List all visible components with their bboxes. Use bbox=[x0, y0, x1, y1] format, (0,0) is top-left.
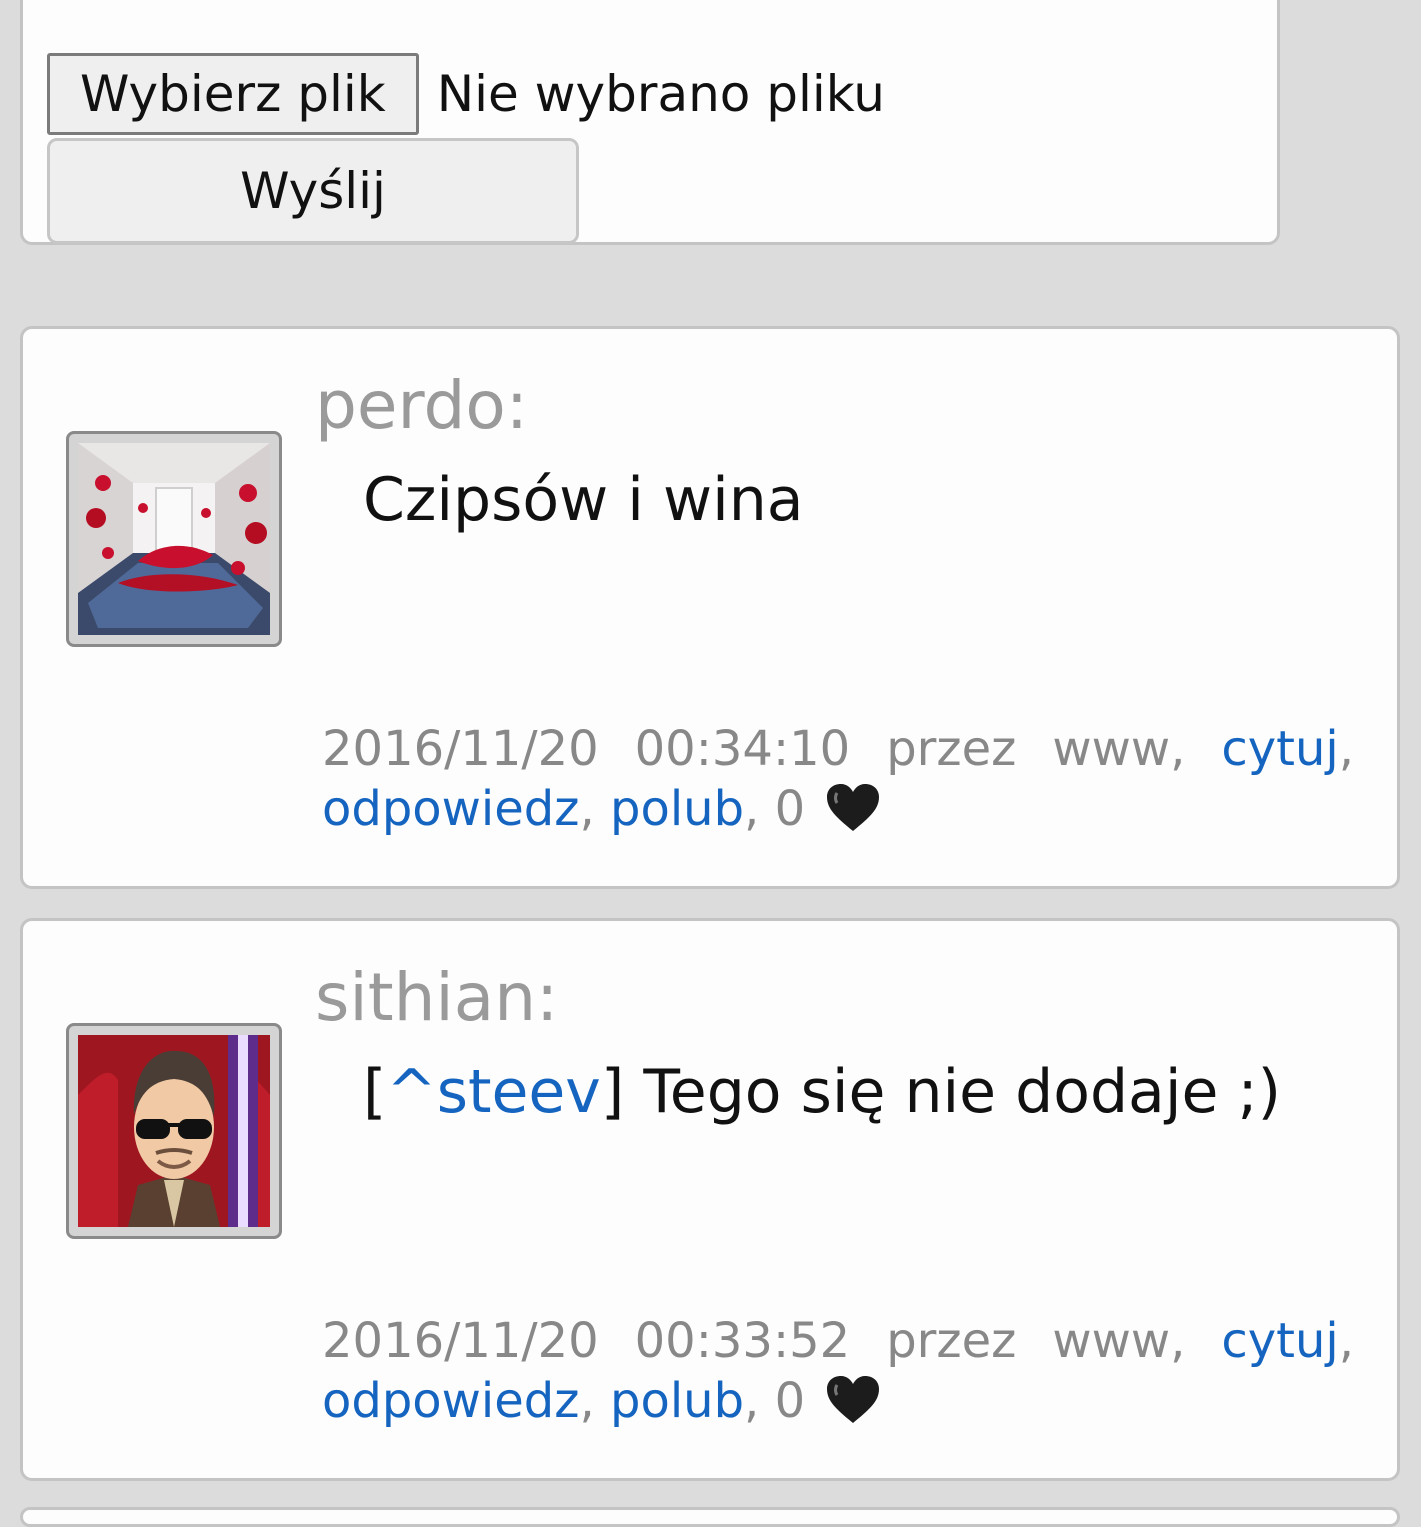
submit-button[interactable]: Wyślij bbox=[47, 138, 579, 244]
post-author: sithian: bbox=[315, 959, 559, 1036]
like-link[interactable]: polub bbox=[610, 1373, 744, 1429]
heart-icon bbox=[827, 784, 880, 831]
post-via: www, bbox=[1052, 721, 1186, 777]
quote-link[interactable]: cytuj bbox=[1221, 1313, 1338, 1369]
post-time: 00:33:52 bbox=[634, 1313, 851, 1369]
quote-bracket-open: [ bbox=[363, 1057, 387, 1127]
like-count: 0 bbox=[774, 1373, 806, 1429]
post-date: 2016/11/20 bbox=[322, 721, 599, 777]
post-via-label: przez bbox=[886, 721, 1017, 777]
post-message-text: Tego się nie dodaje ;) bbox=[643, 1057, 1282, 1127]
file-picker: Wybierz plik Nie wybrano pliku bbox=[47, 53, 885, 135]
heart-icon bbox=[827, 1376, 880, 1423]
post-via-label: przez bbox=[886, 1313, 1017, 1369]
post-message: Czipsów i wina bbox=[363, 465, 804, 535]
upload-form: Wybierz plik Nie wybrano pliku Wyślij bbox=[20, 0, 1280, 245]
post-meta: 2016/11/20 00:33:52 przez www, cytuj, od… bbox=[322, 1313, 1354, 1429]
post-meta: 2016/11/20 00:34:10 przez www, cytuj, od… bbox=[322, 721, 1354, 837]
avatar[interactable] bbox=[66, 431, 282, 647]
file-status: Nie wybrano pliku bbox=[436, 65, 885, 123]
reply-link[interactable]: odpowiedz bbox=[322, 1373, 579, 1429]
sunglasses-man-cartoon-icon bbox=[78, 1035, 270, 1227]
like-link[interactable]: polub bbox=[610, 781, 744, 837]
quoted-user-link[interactable]: ^steev bbox=[386, 1057, 600, 1127]
choose-file-button[interactable]: Wybierz plik bbox=[47, 53, 419, 135]
reply-link[interactable]: odpowiedz bbox=[322, 781, 579, 837]
post-author: perdo: bbox=[315, 367, 528, 444]
post-time: 00:34:10 bbox=[634, 721, 851, 777]
quote-bracket-close: ] bbox=[600, 1057, 625, 1127]
post-message: [^steev] Tego się nie dodaje ;) bbox=[363, 1057, 1281, 1127]
post-date: 2016/11/20 bbox=[322, 1313, 599, 1369]
like-count: 0 bbox=[774, 781, 806, 837]
post-card: perdo: Czipsów i wina 2016/11/20 00:34:1… bbox=[20, 326, 1400, 889]
avatar[interactable] bbox=[66, 1023, 282, 1239]
post-via: www, bbox=[1052, 1313, 1186, 1369]
next-post-card bbox=[20, 1507, 1400, 1527]
post-card: sithian: [^steev] Tego się nie dodaje ;)… bbox=[20, 918, 1400, 1481]
quote-link[interactable]: cytuj bbox=[1221, 721, 1338, 777]
blood-hallway-photo-icon bbox=[78, 443, 270, 635]
